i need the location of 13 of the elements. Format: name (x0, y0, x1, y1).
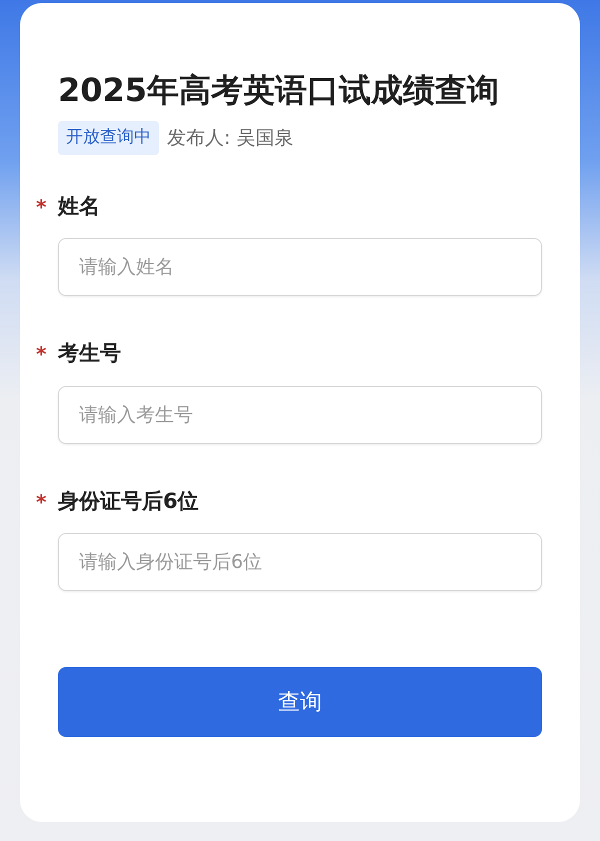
required-mark: * (36, 341, 48, 368)
field-label: 考生号 (58, 340, 121, 368)
page-title: 2025年高考英语口试成绩查询 (58, 71, 500, 110)
required-mark: * (36, 488, 48, 516)
publisher-text: 发布人: 吴国泉 (167, 126, 294, 151)
text-input-field[interactable]: 请输入身份证号后6位 (58, 533, 542, 592)
field-label: 姓名 (58, 192, 100, 220)
query-button[interactable]: 查询 (58, 667, 542, 738)
required-mark: * (36, 194, 48, 221)
field-label: 身份证号后6位 (58, 488, 199, 515)
text-input-field[interactable]: 请输入考生号 (58, 386, 542, 444)
status-tag: 开放查询中 (58, 121, 159, 155)
text-input-field[interactable]: 请输入姓名 (58, 238, 542, 296)
